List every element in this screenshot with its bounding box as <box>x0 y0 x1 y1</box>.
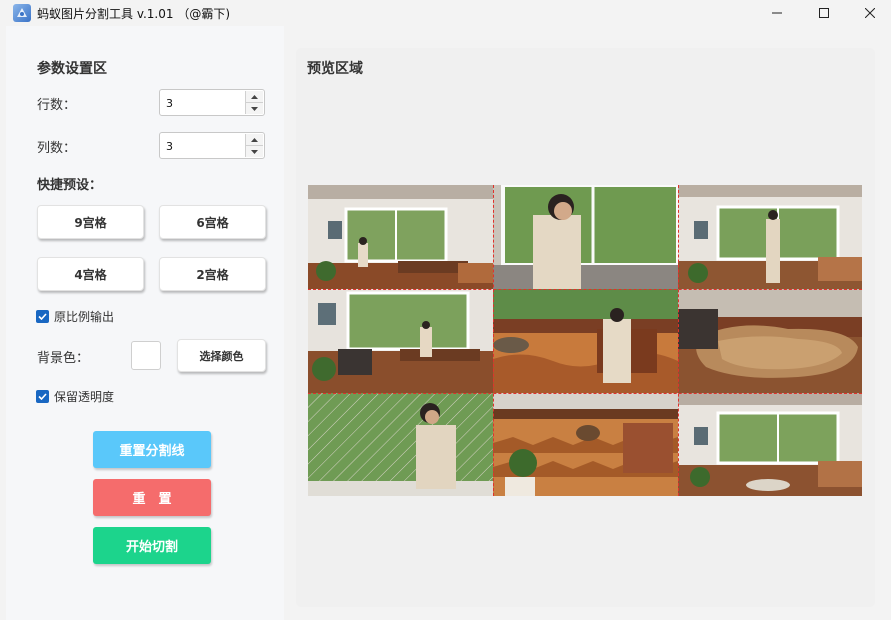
title-bar: 蚂蚁图片分割工具 v.1.01 （@霸下) <box>0 0 891 26</box>
vertical-split-line[interactable] <box>493 185 494 496</box>
rows-increment-button[interactable] <box>246 91 263 103</box>
bg-color-swatch[interactable] <box>131 341 161 370</box>
cols-input[interactable] <box>166 137 244 155</box>
cols-spin-buttons <box>245 134 263 157</box>
preset-2-grid-button[interactable]: 2宫格 <box>159 257 266 291</box>
keep-alpha-checkbox-row[interactable]: 保留透明度 <box>36 388 114 405</box>
preset-4-grid-button[interactable]: 4宫格 <box>37 257 144 291</box>
keep-alpha-label: 保留透明度 <box>54 390 115 404</box>
preview-tile-r3c2 <box>493 393 678 496</box>
maximize-icon <box>819 8 829 18</box>
checkmark-icon <box>38 393 47 400</box>
preview-tile-r1c3 <box>678 185 862 289</box>
arrow-down-icon <box>251 149 258 154</box>
choose-color-button[interactable]: 选择颜色 <box>177 339 266 372</box>
minimize-button[interactable] <box>754 0 800 26</box>
close-button[interactable] <box>847 0 891 26</box>
keep-ratio-checkbox-row[interactable]: 原比例输出 <box>36 308 114 325</box>
checkmark-icon <box>38 313 47 320</box>
cols-label: 列数： <box>37 141 77 156</box>
rows-input[interactable] <box>166 94 244 112</box>
rows-decrement-button[interactable] <box>246 103 263 114</box>
rows-spinbox[interactable] <box>159 89 265 116</box>
settings-panel: 参数设置区 行数： 列数： 快捷预设： 9宫格 6宫格 4宫格 2宫格 <box>6 26 284 620</box>
reset-split-lines-button[interactable]: 重置分割线 <box>93 431 211 468</box>
keep-ratio-checkbox[interactable] <box>36 310 49 323</box>
preview-tile-r3c3 <box>678 393 862 496</box>
vertical-split-line[interactable] <box>678 185 679 496</box>
preview-tile-r1c2 <box>493 185 678 289</box>
start-cutting-button[interactable]: 开始切割 <box>93 527 211 564</box>
reset-button[interactable]: 重 置 <box>93 479 211 516</box>
keep-alpha-checkbox[interactable] <box>36 390 49 403</box>
preview-tile-r3c1 <box>308 393 493 496</box>
bg-color-label: 背景色： <box>37 351 90 366</box>
preview-title: 预览区域 <box>307 61 363 77</box>
settings-section-title: 参数设置区 <box>37 61 107 77</box>
app-logo-icon <box>13 4 31 22</box>
cols-increment-button[interactable] <box>246 134 263 146</box>
preview-tile-r2c2 <box>493 289 678 393</box>
rows-label: 行数： <box>37 98 77 113</box>
preview-tile-r1c1 <box>308 185 493 289</box>
preview-tile-r2c3 <box>678 289 862 393</box>
preview-image[interactable] <box>308 185 862 496</box>
close-icon <box>865 8 875 18</box>
window-title: 蚂蚁图片分割工具 v.1.01 （@霸下) <box>37 7 231 21</box>
preset-6-grid-button[interactable]: 6宫格 <box>159 205 266 239</box>
cols-decrement-button[interactable] <box>246 146 263 157</box>
presets-title: 快捷预设： <box>37 178 103 193</box>
horizontal-split-line[interactable] <box>308 289 862 290</box>
minimize-icon <box>772 12 782 14</box>
cols-spinbox[interactable] <box>159 132 265 159</box>
preview-tile-r2c1 <box>308 289 493 393</box>
preset-9-grid-button[interactable]: 9宫格 <box>37 205 144 239</box>
horizontal-split-line[interactable] <box>308 393 862 394</box>
arrow-down-icon <box>251 106 258 111</box>
arrow-up-icon <box>251 137 258 142</box>
rows-spin-buttons <box>245 91 263 114</box>
maximize-button[interactable] <box>801 0 847 26</box>
keep-ratio-label: 原比例输出 <box>54 310 115 324</box>
arrow-up-icon <box>251 94 258 99</box>
